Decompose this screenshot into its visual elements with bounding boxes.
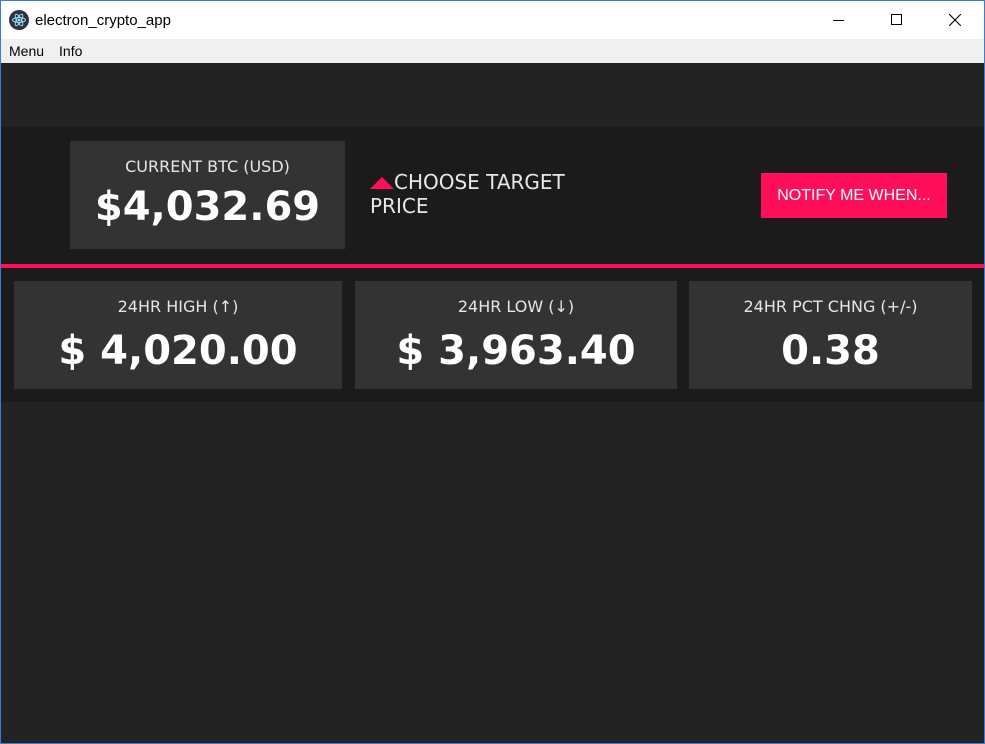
menu-item-menu[interactable]: Menu <box>1 43 51 59</box>
triangle-up-icon <box>370 177 394 189</box>
app-window: electron_crypto_app Menu Info CURRENT BT… <box>0 0 985 744</box>
menu-item-info[interactable]: Info <box>51 43 89 59</box>
stat-label: 24HR PCT CHNG (+/-) <box>743 297 918 316</box>
current-price-label: CURRENT BTC (USD) <box>125 157 290 176</box>
app-content: CURRENT BTC (USD) $4,032.69 CHOOSE TARGE… <box>1 63 984 743</box>
close-icon <box>949 14 961 26</box>
stat-label: 24HR LOW (↓) <box>457 297 575 316</box>
choose-target-label: CHOOSE TARGET PRICE <box>370 170 565 218</box>
stat-24hr-high: 24HR HIGH (↑) $ 4,020.00 <box>14 281 342 389</box>
stat-24hr-pct-change: 24HR PCT CHNG (+/-) 0.38 <box>689 281 972 389</box>
current-price-panel: CURRENT BTC (USD) $4,032.69 <box>70 141 345 249</box>
close-button[interactable] <box>926 1 984 39</box>
maximize-button[interactable] <box>868 1 926 39</box>
minimize-button[interactable] <box>810 1 868 39</box>
title-bar: electron_crypto_app <box>1 1 984 39</box>
window-title: electron_crypto_app <box>35 11 171 29</box>
notify-me-button[interactable]: NOTIFY ME WHEN... <box>761 173 947 218</box>
choose-target-price[interactable]: CHOOSE TARGET PRICE <box>370 170 600 218</box>
stat-label: 24HR HIGH (↑) <box>117 297 239 316</box>
stat-value: $ 4,020.00 <box>58 328 298 374</box>
stat-value: $ 3,963.40 <box>396 328 636 374</box>
stat-24hr-low: 24HR LOW (↓) $ 3,963.40 <box>355 281 677 389</box>
electron-app-icon <box>9 10 29 30</box>
current-price-value: $4,032.69 <box>94 184 321 230</box>
stat-value: 0.38 <box>781 328 880 374</box>
menu-bar: Menu Info <box>1 39 984 63</box>
maximize-icon <box>891 14 902 25</box>
window-controls <box>810 1 984 39</box>
minimize-icon <box>833 20 844 21</box>
